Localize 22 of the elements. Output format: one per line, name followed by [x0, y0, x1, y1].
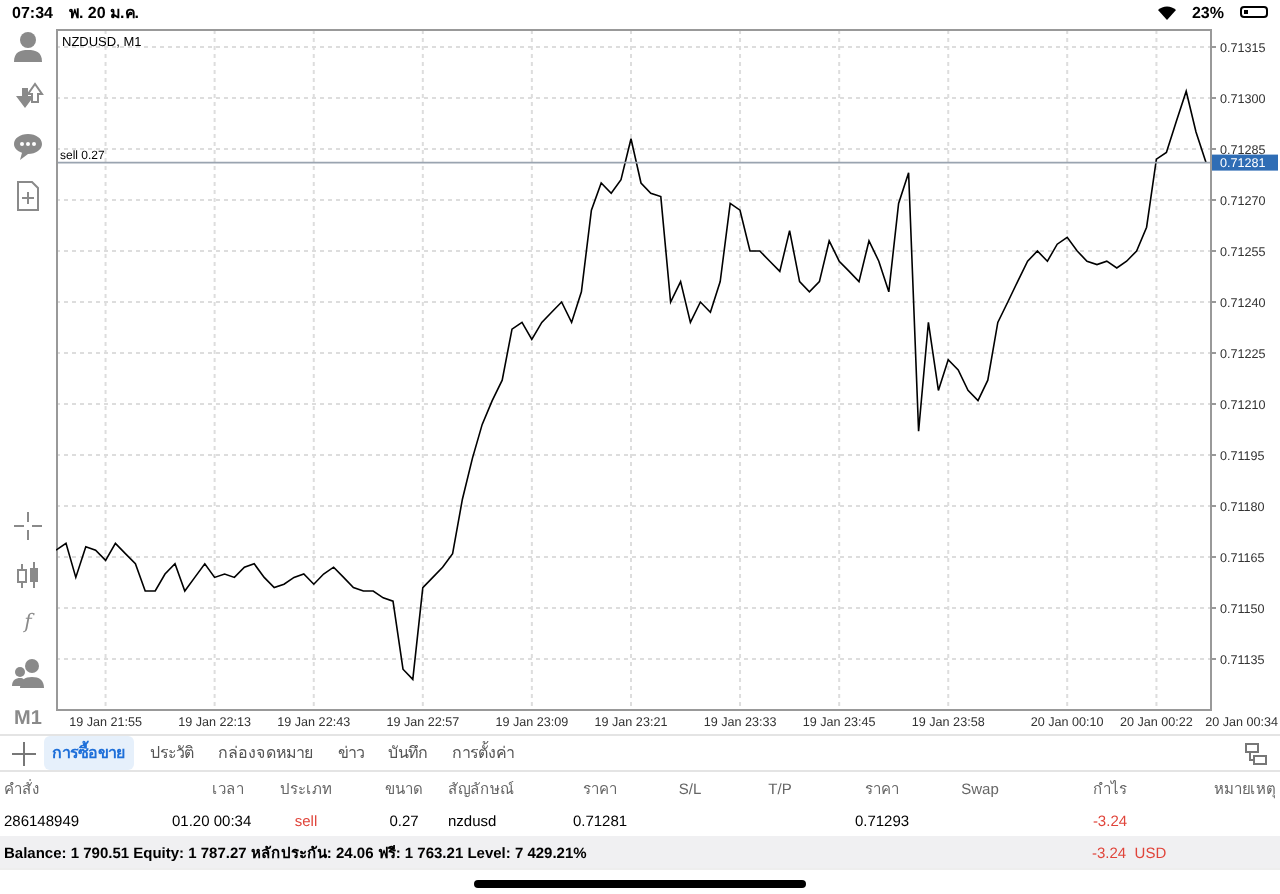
- layout-icon[interactable]: [1244, 741, 1268, 765]
- chat-icon[interactable]: [12, 130, 44, 162]
- timeframe-button[interactable]: M1: [14, 706, 42, 734]
- candlestick-icon[interactable]: [12, 560, 44, 592]
- crosshair-icon[interactable]: [12, 510, 44, 542]
- add-icon[interactable]: [12, 741, 36, 765]
- status-date: พ. 20 ม.ค.: [68, 1, 139, 25]
- person-icon[interactable]: [12, 30, 44, 62]
- battery-percent: 23%: [1191, 3, 1224, 21]
- tab[interactable]: การตั้งค่า: [444, 736, 522, 770]
- tab[interactable]: ข่าว: [330, 736, 372, 770]
- status-time: 07:34: [12, 3, 53, 21]
- people-icon[interactable]: [12, 656, 44, 688]
- wifi-icon: [1157, 5, 1176, 19]
- battery-icon: [1240, 6, 1268, 18]
- tab[interactable]: ประวัติ: [142, 736, 202, 770]
- arrows-icon[interactable]: [12, 80, 44, 112]
- tab[interactable]: บันทึก: [380, 736, 436, 770]
- tab[interactable]: กล่องจดหมาย: [210, 736, 322, 770]
- tab[interactable]: การซื้อขาย: [44, 736, 134, 770]
- function-icon[interactable]: f: [24, 610, 32, 638]
- new-document-icon[interactable]: [12, 180, 44, 212]
